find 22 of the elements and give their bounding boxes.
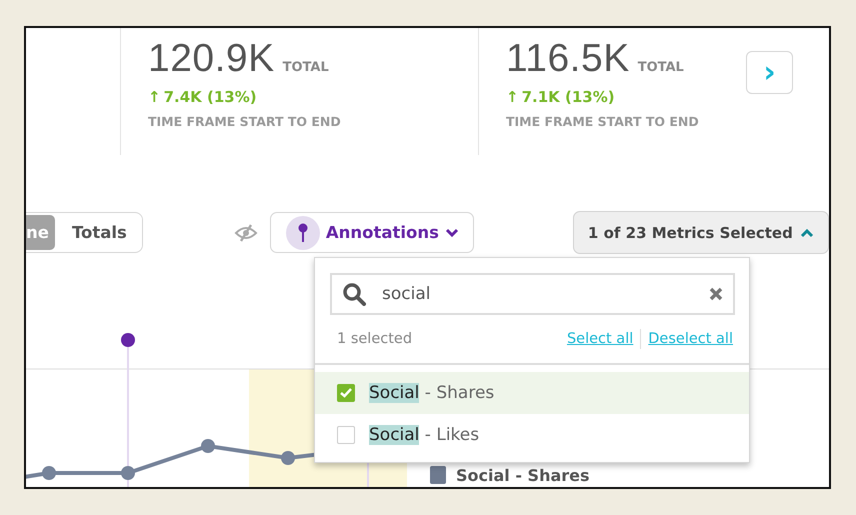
stat-unit: TOTAL — [282, 60, 329, 75]
stat-caption: TIME FRAME START TO END — [148, 114, 342, 129]
up-arrow-icon: ↑ — [506, 88, 519, 106]
stat-value: 116.5K — [506, 37, 630, 81]
clear-icon[interactable] — [709, 287, 723, 301]
checkbox[interactable] — [337, 384, 355, 402]
up-arrow-icon: ↑ — [148, 88, 161, 106]
stat-change: 7.1K (13%) — [522, 88, 615, 106]
metrics-dropdown[interactable]: 1 of 23 Metrics Selected — [572, 211, 829, 254]
search-field[interactable]: social — [330, 273, 735, 315]
stat-change: 7.4K (13%) — [164, 88, 257, 106]
hidden-eye-icon[interactable] — [234, 224, 258, 242]
stat-unit: TOTAL — [638, 60, 684, 75]
selected-count: 1 selected — [337, 331, 414, 347]
annotations-button[interactable]: Annotations — [270, 212, 474, 253]
metric-option[interactable]: Social - Likes — [315, 414, 749, 456]
stat-caption: TIME FRAME START TO END — [506, 114, 700, 129]
checkbox[interactable] — [337, 426, 355, 444]
metric-option[interactable]: Social - Shares — [315, 372, 749, 414]
stat-value: 120.9K — [148, 37, 275, 81]
legend-label: Social - Shares — [456, 466, 590, 485]
pin-icon — [286, 216, 320, 250]
